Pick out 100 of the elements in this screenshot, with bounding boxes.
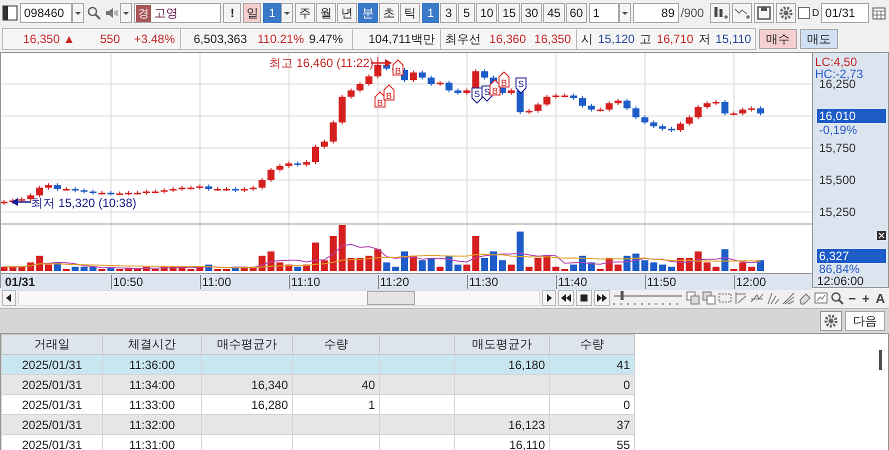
- period-tab[interactable]: 분: [358, 3, 378, 23]
- settings-icon[interactable]: [776, 3, 796, 23]
- axis-date: 01/31: [5, 275, 36, 289]
- price-axis-label: 15,250: [819, 205, 856, 219]
- caret-icon[interactable]: [281, 3, 294, 23]
- calendar-icon[interactable]: [870, 5, 887, 21]
- current-price: 16,350 ▲: [22, 32, 75, 46]
- close-icon[interactable]: [877, 231, 886, 240]
- interval-tab[interactable]: 5: [458, 3, 476, 23]
- slider-thumb[interactable]: [621, 291, 624, 300]
- end-time-label: 12:06:00: [817, 274, 864, 288]
- high-price-note: 최고 16,460 (11:22): [269, 55, 374, 72]
- table-row[interactable]: 2025/01/31 11:32:00 16,123 37: [2, 414, 634, 434]
- period-tab[interactable]: 주: [295, 3, 316, 23]
- interval-tab[interactable]: 45: [543, 3, 565, 23]
- zoom-tool-button[interactable]: −: [846, 290, 858, 306]
- chart-window-icon[interactable]: [814, 291, 828, 305]
- candle-add-icon[interactable]: [710, 3, 730, 23]
- time-axis-label: 11:10: [289, 275, 320, 289]
- sell-marker: S: [516, 78, 526, 94]
- time-axis-label: 11:40: [556, 275, 588, 289]
- caret-icon[interactable]: [72, 3, 84, 23]
- period-tab[interactable]: 월: [316, 3, 336, 23]
- current-change: -0,19%: [819, 123, 858, 137]
- bar-count-field[interactable]: 1: [588, 3, 619, 23]
- table-row[interactable]: 2025/01/31 11:36:00 16,180 41: [2, 354, 634, 374]
- zoom-icon[interactable]: [830, 291, 844, 305]
- window-icon[interactable]: [686, 291, 700, 305]
- line-tool-icon[interactable]: [782, 291, 796, 305]
- rewind-icon[interactable]: [558, 290, 574, 306]
- line-add-icon[interactable]: [732, 3, 752, 23]
- period-tab[interactable]: 년: [337, 3, 358, 23]
- zoom-tool-button[interactable]: A: [874, 290, 887, 306]
- next-button[interactable]: 다음: [845, 311, 885, 331]
- trade-volume: 6,503,363: [180, 29, 247, 49]
- interval-tab[interactable]: 3: [440, 3, 458, 23]
- sell-button[interactable]: 매도: [800, 29, 838, 49]
- turnover-rate: 9.47%: [309, 32, 344, 46]
- interval-tab[interactable]: 30: [520, 3, 542, 23]
- save-icon[interactable]: [754, 3, 774, 23]
- price-axis-label: 15,500: [819, 173, 856, 187]
- scroll-right-icon[interactable]: [542, 290, 556, 306]
- current-price-badge: 16,010: [817, 109, 886, 123]
- caret-icon[interactable]: [618, 3, 631, 23]
- open-label: 시: [576, 29, 593, 49]
- trend-line-icon[interactable]: [734, 291, 748, 305]
- volume-ratio-label: 86,84%: [819, 262, 860, 276]
- table-row[interactable]: 2025/01/31 11:34:00 16,340 40 0: [2, 374, 634, 394]
- interval-tab[interactable]: 15: [498, 3, 520, 23]
- fast-forward-icon[interactable]: [594, 290, 610, 306]
- hc-value: HC:-2,73: [815, 67, 864, 81]
- table-cell: 16,340: [202, 374, 292, 394]
- zoom-tool-button[interactable]: +: [860, 290, 872, 306]
- column-header: 거래일: [2, 334, 102, 354]
- table-cell: 2025/01/31: [2, 414, 102, 434]
- trend-line-icon[interactable]: [750, 291, 764, 305]
- shown-count-field[interactable]: 89: [632, 3, 679, 23]
- table-cell: 37: [550, 414, 634, 434]
- grid-icon[interactable]: [718, 291, 732, 305]
- scroll-left-icon[interactable]: [2, 290, 16, 306]
- time-axis-label: 12:00: [734, 275, 766, 289]
- period-tab[interactable]: 초: [379, 3, 400, 23]
- buy-marker: B: [384, 84, 394, 101]
- column-header: 체결시간: [102, 334, 202, 354]
- column-header: 수량: [292, 334, 380, 354]
- caret-icon[interactable]: [120, 3, 132, 23]
- best-quote-label: 최우선: [440, 29, 481, 49]
- column-header: 매도평균가: [454, 334, 550, 354]
- alert-button[interactable]: !: [223, 3, 242, 23]
- best-ask: 16,360: [488, 32, 526, 46]
- volume-ratio: 110.21%: [256, 32, 304, 46]
- search-icon[interactable]: [86, 5, 102, 21]
- total-count: /900: [680, 6, 704, 20]
- checkbox[interactable]: [798, 7, 810, 19]
- settings-icon[interactable]: [820, 311, 842, 331]
- interval-tab[interactable]: 60: [566, 3, 587, 23]
- table-row[interactable]: 2025/01/31 11:31:00 16,110 55: [2, 434, 634, 450]
- stock-name: 고영: [154, 4, 178, 22]
- stock-code-field[interactable]: 098460: [20, 3, 72, 23]
- lc-value: LC:4,50: [815, 55, 858, 69]
- time-axis-label: 10:50: [111, 275, 144, 289]
- interval-tab[interactable]: 1: [422, 3, 440, 23]
- scroll-thumb[interactable]: [879, 350, 882, 370]
- buy-marker: B: [498, 71, 510, 88]
- buy-button[interactable]: 매수: [759, 29, 798, 49]
- layout-icon[interactable]: [2, 5, 18, 21]
- table-cell: 41: [550, 354, 634, 374]
- line-tool-icon[interactable]: [766, 291, 780, 305]
- low-price: 15,110: [715, 32, 752, 46]
- window-icon[interactable]: [702, 291, 716, 305]
- date-field[interactable]: 01/31: [821, 3, 869, 23]
- interval-tab[interactable]: 10: [476, 3, 498, 23]
- arrow-icon: [11, 198, 31, 206]
- scroll-thumb[interactable]: [367, 291, 415, 305]
- open-price: 15,120: [598, 32, 635, 46]
- speaker-icon[interactable]: [104, 5, 120, 21]
- period-tab[interactable]: 틱: [400, 3, 420, 23]
- day-button[interactable]: 일: [243, 3, 262, 23]
- day-count-field[interactable]: 1: [263, 3, 282, 23]
- stop-icon[interactable]: [576, 290, 592, 306]
